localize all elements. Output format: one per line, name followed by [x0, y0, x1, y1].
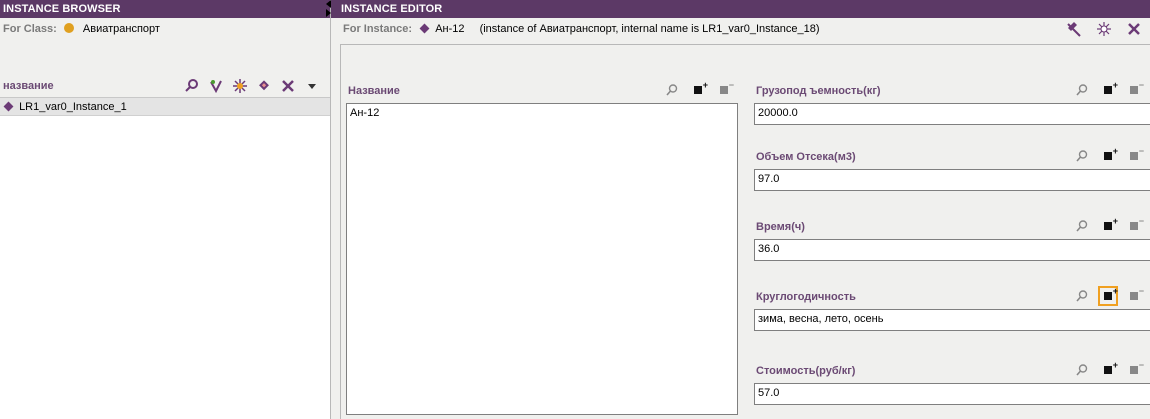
add-icon[interactable]: +: [1098, 286, 1118, 306]
instance-editor-panel: INSTANCE EDITOR For Instance: Ан-12 (ins…: [331, 0, 1150, 419]
search-icon[interactable]: [1075, 149, 1089, 163]
time-field[interactable]: 36.0: [754, 239, 1150, 261]
instance-list: LR1_var0_Instance_1: [0, 97, 330, 419]
instance-description: (instance of Авиатранспорт, internal nam…: [479, 23, 820, 35]
hide-icon[interactable]: [1064, 21, 1084, 37]
volume-label: Объем Отсека(м3): [756, 151, 856, 163]
instance-form: Название + − Ан-12 Грузопод ъемность(кг)…: [340, 44, 1150, 419]
remove-icon[interactable]: −: [1127, 286, 1144, 303]
volume-toolbar: + −: [1075, 146, 1144, 163]
add-icon[interactable]: +: [1101, 216, 1118, 233]
remove-icon[interactable]: −: [1127, 360, 1144, 377]
protege-window: INSTANCE BROWSER For Class: Авиатранспор…: [0, 0, 1150, 419]
capacity-field[interactable]: 20000.0: [754, 103, 1150, 125]
year-round-toolbar: + −: [1075, 286, 1144, 306]
name-toolbar: + −: [665, 80, 734, 97]
column-header-label[interactable]: название: [3, 80, 54, 92]
capacity-toolbar: + −: [1075, 80, 1144, 97]
add-icon[interactable]: +: [691, 80, 708, 97]
add-icon[interactable]: +: [1101, 146, 1118, 163]
browser-column-header: название: [0, 76, 330, 96]
for-instance-value: Ан-12: [435, 23, 465, 35]
close-icon[interactable]: [1124, 21, 1144, 37]
menu-icon[interactable]: [302, 78, 322, 94]
add-icon[interactable]: +: [1101, 360, 1118, 377]
time-label: Время(ч): [756, 221, 805, 233]
cost-toolbar: + −: [1075, 360, 1144, 377]
class-icon: [63, 23, 74, 33]
search-icon[interactable]: [1075, 363, 1089, 377]
for-instance-row: For Instance: Ан-12 (instance of Авиатра…: [331, 18, 1150, 40]
instance-browser-panel: INSTANCE BROWSER For Class: Авиатранспор…: [0, 0, 331, 419]
remove-icon[interactable]: −: [1127, 216, 1144, 233]
instance-editor-title: INSTANCE EDITOR: [331, 0, 1150, 18]
list-item-label: LR1_var0_Instance_1: [19, 101, 127, 113]
cost-label: Стоимость(руб/кг): [756, 365, 856, 377]
browser-toolbar: [182, 78, 322, 94]
name-field[interactable]: Ан-12: [346, 103, 738, 415]
instance-icon: [3, 101, 14, 112]
remove-icon[interactable]: −: [1127, 80, 1144, 97]
name-label: Название: [348, 85, 400, 97]
remove-icon[interactable]: −: [1127, 146, 1144, 163]
search-icon[interactable]: [1075, 289, 1089, 303]
search-icon[interactable]: [182, 78, 202, 94]
year-round-label: Круглогодичность: [756, 291, 856, 303]
cost-field[interactable]: 57.0: [754, 383, 1150, 405]
for-class-label: For Class:: [3, 23, 57, 35]
year-round-field[interactable]: зима, весна, лето, осень: [754, 309, 1150, 331]
search-icon[interactable]: [1075, 219, 1089, 233]
search-icon[interactable]: [1075, 83, 1089, 97]
time-toolbar: + −: [1075, 216, 1144, 233]
capacity-label: Грузопод ъемность(кг): [756, 85, 881, 97]
copy-icon[interactable]: [254, 78, 274, 94]
create-icon[interactable]: [230, 78, 250, 94]
delete-icon[interactable]: [278, 78, 298, 94]
clear-icon[interactable]: [1094, 21, 1114, 37]
editor-toolbar: [1064, 21, 1144, 37]
for-class-value: Авиатранспорт: [82, 23, 160, 35]
remove-icon[interactable]: −: [717, 80, 734, 97]
list-item[interactable]: LR1_var0_Instance_1: [0, 98, 330, 116]
volume-field[interactable]: 97.0: [754, 169, 1150, 191]
for-instance-label: For Instance:: [343, 23, 413, 35]
instance-browser-title: INSTANCE BROWSER: [0, 0, 330, 18]
search-icon[interactable]: [665, 83, 679, 97]
reference-icon[interactable]: [206, 78, 226, 94]
for-class-row: For Class: Авиатранспорт: [0, 18, 330, 40]
instance-icon: [419, 23, 430, 34]
add-icon[interactable]: +: [1101, 80, 1118, 97]
